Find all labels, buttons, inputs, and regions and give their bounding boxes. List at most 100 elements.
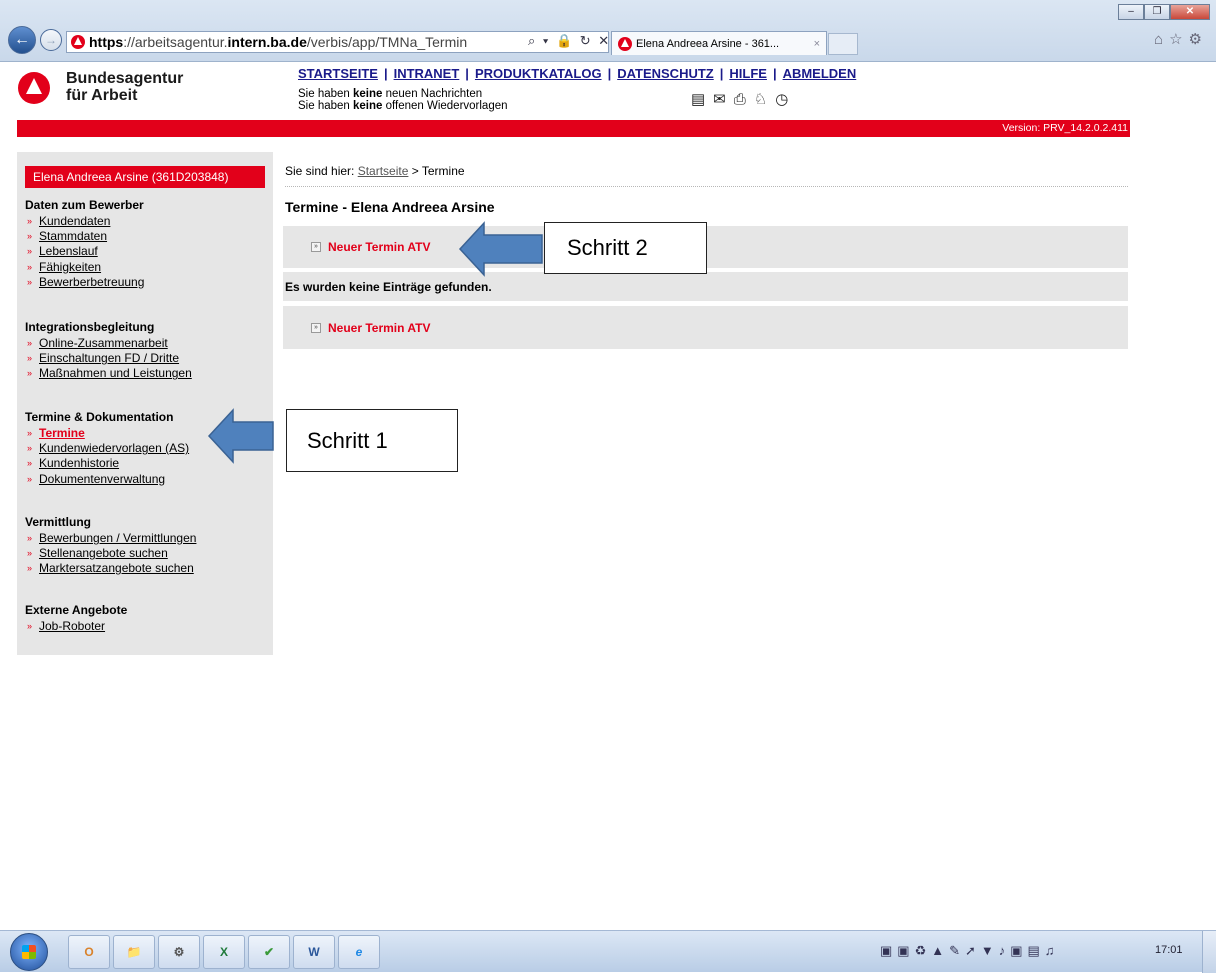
site-logo-icon (71, 35, 85, 49)
sidebar-item-bewerberbetreuung[interactable]: » Bewerberbetreuung (25, 275, 144, 290)
new-appointment-link-bottom[interactable]: » Neuer Termin ATV (283, 321, 430, 335)
nav-separator: | (383, 66, 388, 81)
new-appointment-link-top[interactable]: » Neuer Termin ATV (283, 240, 430, 254)
home-favorites-settings-icons[interactable]: ⌂☆⚙ (1154, 30, 1208, 48)
sidebar-item-kundendaten[interactable]: » Kundendaten (25, 214, 144, 229)
nav-datenschutz[interactable]: DATENSCHUTZ (617, 66, 714, 81)
taskbar-app-icon[interactable]: ⚙ (158, 935, 200, 969)
sidebar-link[interactable]: Kundendaten (39, 214, 110, 229)
wiedervorlagen-status: Sie haben keine offenen Wiedervorlagen (298, 100, 508, 112)
chevron-icon: » (27, 246, 33, 257)
address-tools-icons[interactable]: ⌕ ▾ 🔒 ↻ ✕ (528, 33, 611, 49)
sidebar-item-lebenslauf[interactable]: » Lebenslauf (25, 244, 144, 259)
nav-produktkatalog[interactable]: PRODUKTKATALOG (475, 66, 602, 81)
section-integrationsbegleitung: Integrationsbegleitung » Online-Zusammena… (25, 320, 192, 382)
step1-callout: Schritt 1 (286, 409, 458, 472)
sidebar-item-stellenangebote[interactable]: » Stellenangebote suchen (25, 546, 196, 561)
sidebar-link[interactable]: Bewerberbetreuung (39, 275, 144, 290)
chevron-icon: » (27, 533, 33, 543)
taskbar-ie-icon[interactable]: e (338, 935, 380, 969)
msg-text: offenen Wiedervorlagen (382, 100, 508, 112)
chevron-icon: » (27, 353, 33, 364)
header-tool-icons[interactable]: ▤✉⎙♘◷ (691, 90, 796, 108)
ba-logo[interactable]: Bundesagentur für Arbeit (18, 70, 183, 104)
taskbar-check-icon[interactable]: ✔ (248, 935, 290, 969)
minimize-button[interactable]: – (1118, 4, 1144, 20)
sidebar-link[interactable]: Kundenwiedervorlagen (AS) (39, 441, 189, 456)
sidebar-item-kundenwiedervorlagen[interactable]: » Kundenwiedervorlagen (AS) (25, 441, 189, 456)
sidebar-link[interactable]: Bewerbungen / Vermittlungen (39, 531, 196, 546)
nav-hilfe[interactable]: HILFE (729, 66, 767, 81)
sidebar-link[interactable]: Online-Zusammenarbeit (39, 336, 168, 351)
no-entries-message: Es wurden keine Einträge gefunden. (285, 279, 492, 294)
sidebar-link[interactable]: Maßnahmen und Leistungen (39, 366, 192, 381)
taskbar-outlook-icon[interactable]: O (68, 935, 110, 969)
back-button[interactable]: ← (8, 26, 36, 54)
sidebar-link[interactable]: Fähigkeiten (39, 260, 101, 275)
chevron-icon: » (27, 621, 33, 631)
chevron-icon: » (27, 261, 33, 272)
msg-text: neuen Nachrichten (382, 88, 483, 100)
chevron-icon: » (27, 276, 33, 287)
msg-text: Sie haben (298, 88, 353, 100)
step2-callout: Schritt 2 (544, 222, 707, 274)
section-vermittlung: Vermittlung » Bewerbungen / Vermittlungen… (25, 515, 196, 577)
sidebar-item-job-roboter[interactable]: » Job-Roboter (25, 619, 127, 634)
forward-button[interactable]: → (40, 29, 62, 51)
section-title: Vermittlung (25, 515, 92, 529)
messages-status: Sie haben keine neuen Nachrichten (298, 88, 508, 100)
sidebar-link[interactable]: Marktersatzangebote suchen (39, 561, 194, 576)
taskbar-explorer-icon[interactable]: 📁 (113, 935, 155, 969)
nav-separator: | (607, 66, 612, 81)
sidebar-item-faehigkeiten[interactable]: » Fähigkeiten (25, 260, 144, 275)
close-button[interactable]: ✕ (1170, 4, 1210, 20)
sidebar-item-dokumentenverwaltung[interactable]: » Dokumentenverwaltung (25, 472, 189, 487)
sidebar-link[interactable]: Kundenhistorie (39, 456, 119, 471)
browser-tab[interactable]: Elena Andreea Arsine - 361... × (611, 31, 827, 55)
sidebar-item-termine[interactable]: » Termine (25, 426, 189, 441)
tab-close-icon[interactable]: × (814, 38, 820, 50)
sidebar-link[interactable]: Stammdaten (39, 229, 107, 244)
sidebar-link[interactable]: Job-Roboter (39, 619, 105, 634)
section-title: Termine & Dokumentation (25, 410, 174, 424)
sidebar-link[interactable]: Lebenslauf (39, 244, 98, 259)
sidebar-item-kundenhistorie[interactable]: » Kundenhistorie (25, 456, 189, 471)
nav-abmelden[interactable]: ABMELDEN (783, 66, 857, 81)
chevron-icon: » (27, 458, 33, 469)
restore-button[interactable]: ❐ (1144, 4, 1170, 20)
results-panel: Es wurden keine Einträge gefunden. (283, 272, 1128, 301)
chevron-icon: » (27, 563, 33, 574)
nav-startseite[interactable]: STARTSEITE (298, 66, 378, 81)
breadcrumb-prefix: Sie sind hier: (285, 164, 358, 178)
chevron-icon: » (27, 338, 33, 348)
new-appointment-label: Neuer Termin ATV (328, 240, 431, 254)
chevron-icon: » (27, 473, 33, 484)
taskbar-excel-icon[interactable]: X (203, 935, 245, 969)
sidebar-link[interactable]: Einschaltungen FD / Dritte (39, 351, 179, 366)
notification-messages: Sie haben keine neuen Nachrichten Sie ha… (298, 88, 508, 112)
taskbar-word-icon[interactable]: W (293, 935, 335, 969)
address-protocol: https (89, 34, 124, 50)
tab-favicon-icon (618, 36, 632, 51)
bottom-action-panel: » Neuer Termin ATV (283, 306, 1128, 349)
sidebar-item-massnahmen[interactable]: » Maßnahmen und Leistungen (25, 366, 192, 381)
breadcrumb-startseite-link[interactable]: Startseite (358, 164, 409, 178)
taskbar-clock[interactable]: 17:01 (1155, 944, 1183, 956)
sidebar-item-bewerbungen[interactable]: » Bewerbungen / Vermittlungen (25, 531, 196, 546)
start-button[interactable] (10, 933, 48, 971)
sidebar-item-marktersatzangebote[interactable]: » Marktersatzangebote suchen (25, 561, 196, 576)
system-tray-icons[interactable]: ▣▣♻▲✎➚▼♪▣▤♫ (880, 943, 1060, 959)
sidebar-item-einschaltungen[interactable]: » Einschaltungen FD / Dritte (25, 351, 192, 366)
sidebar-link[interactable]: Stellenangebote suchen (39, 546, 168, 561)
section-daten-zum-bewerber: Daten zum Bewerber » Kundendaten » Stammda… (25, 198, 144, 290)
sidebar-item-stammdaten[interactable]: » Stammdaten (25, 229, 144, 244)
section-externe-angebote: Externe Angebote » Job-Roboter (25, 603, 127, 634)
sidebar-link[interactable]: Dokumentenverwaltung (39, 472, 165, 487)
sidebar-link[interactable]: Termine (39, 426, 85, 441)
nav-intranet[interactable]: INTRANET (394, 66, 460, 81)
browser-chrome: – ❐ ✕ ← → https://arbeitsagentur. intern.… (0, 0, 1216, 62)
sidebar-item-online-zusammenarbeit[interactable]: » Online-Zusammenarbeit (25, 336, 192, 351)
nav-separator: | (772, 66, 777, 81)
show-desktop-button[interactable] (1202, 931, 1216, 973)
new-tab-button[interactable] (828, 33, 858, 55)
